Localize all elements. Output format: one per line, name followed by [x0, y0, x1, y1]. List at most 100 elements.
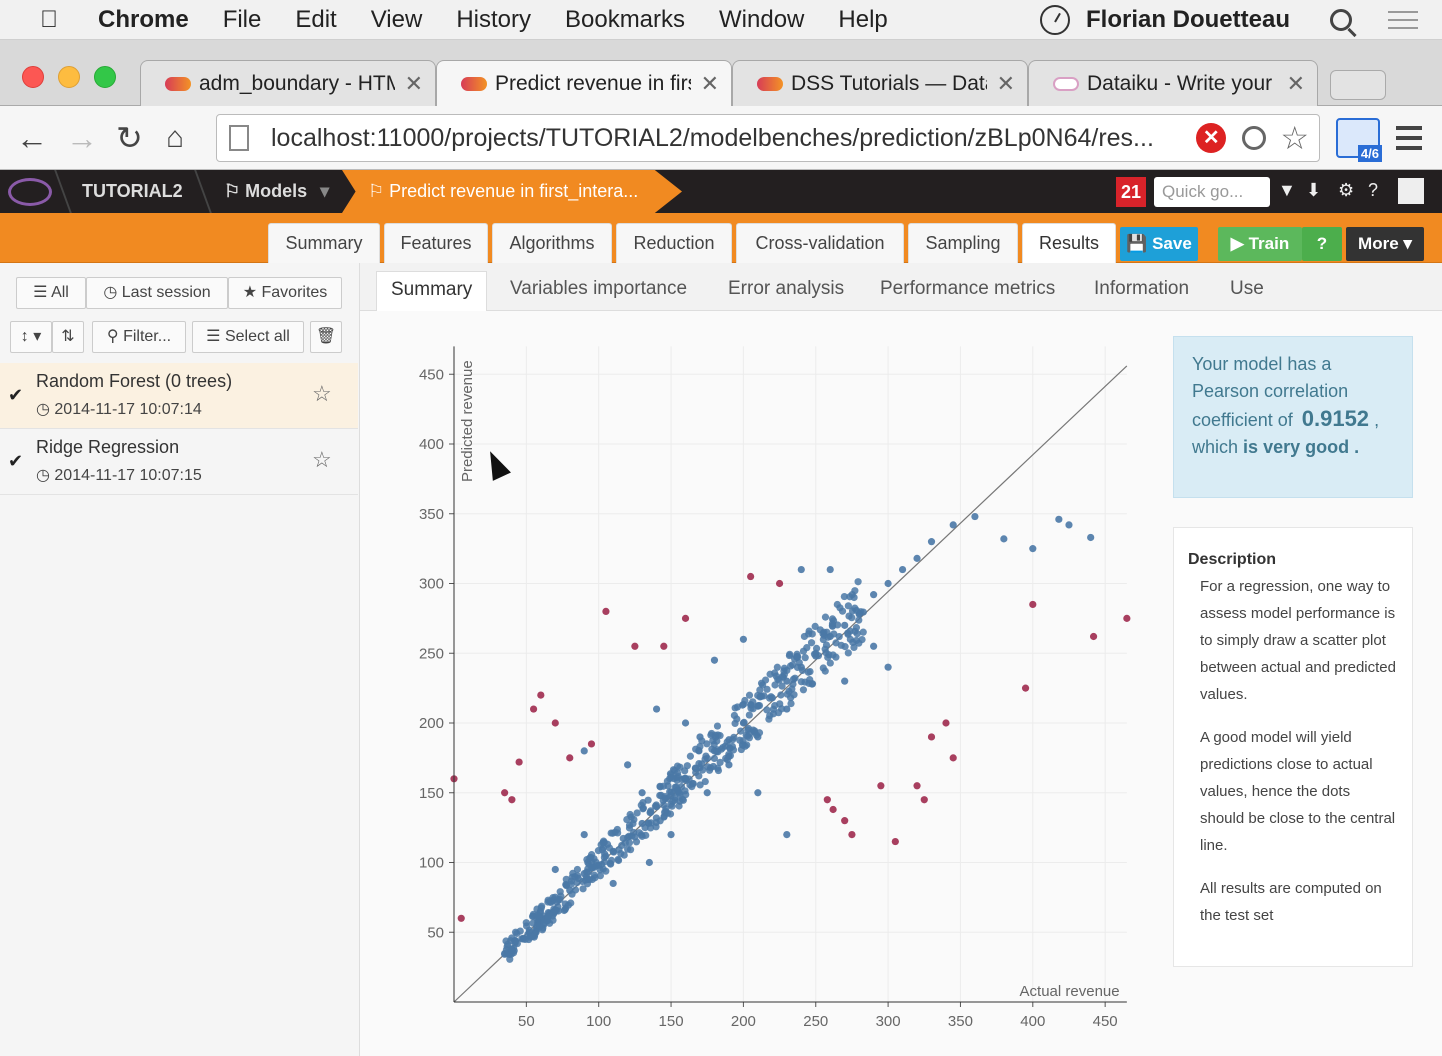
home-icon[interactable]: ⌂: [166, 120, 184, 156]
tab-close-icon[interactable]: ✕: [997, 71, 1015, 97]
menu-view[interactable]: View: [371, 6, 423, 34]
reload-icon[interactable]: ↻: [116, 120, 143, 156]
address-url[interactable]: localhost:11000/projects/TUTORIAL2/model…: [271, 124, 1186, 153]
help-icon[interactable]: ?: [1368, 180, 1378, 201]
forward-icon[interactable]: →: [66, 120, 98, 156]
check-icon[interactable]: ✔: [8, 385, 23, 406]
tab-algorithms[interactable]: Algorithms: [492, 223, 612, 263]
data-point: [508, 946, 516, 954]
tab-results[interactable]: Results: [1022, 223, 1116, 263]
address-bar[interactable]: localhost:11000/projects/TUTORIAL2/model…: [216, 114, 1320, 162]
data-point: [942, 719, 950, 727]
spotlight-search-icon[interactable]: [1330, 9, 1352, 31]
check-icon[interactable]: ✔: [8, 451, 23, 472]
tab-close-icon[interactable]: ✕: [405, 71, 423, 97]
data-point: [898, 565, 907, 574]
browser-tab[interactable]: DSS Tutorials — Data ✕: [732, 60, 1028, 106]
data-point: [845, 612, 853, 620]
model-list-item[interactable]: ✔ Ridge Regression ◷ 2014-11-17 10:07:15…: [0, 429, 358, 495]
window-close-button[interactable]: [22, 66, 44, 88]
blocked-icon[interactable]: ✕: [1196, 123, 1227, 153]
download-icon[interactable]: ⬇: [1306, 180, 1321, 201]
description-paragraph: A good model will yield predictions clos…: [1200, 729, 1396, 854]
model-list-item[interactable]: ✔ Random Forest (0 trees) ◷ 2014-11-17 1…: [0, 363, 358, 429]
result-tab-performance-metrics[interactable]: Performance metrics: [866, 271, 1069, 311]
chrome-menu-icon[interactable]: [1396, 126, 1422, 150]
data-point: [742, 731, 750, 739]
data-point: [778, 672, 787, 681]
bookmark-star-icon[interactable]: ☆: [1280, 119, 1309, 157]
result-tab-use[interactable]: Use: [1216, 271, 1278, 311]
save-button[interactable]: 💾 Save: [1120, 227, 1198, 261]
tab-close-icon[interactable]: ✕: [701, 71, 719, 97]
apple-icon[interactable]: : [36, 6, 62, 34]
train-button[interactable]: ▶ Train: [1218, 227, 1302, 261]
sort-dropdown[interactable]: ↕ ▾: [10, 321, 52, 353]
dataiku-logo-icon[interactable]: [8, 178, 52, 206]
app-menu-chrome[interactable]: Chrome: [98, 6, 189, 34]
more-button[interactable]: More ▾: [1346, 227, 1424, 261]
clock-icon[interactable]: [1039, 5, 1070, 35]
select-all-button[interactable]: ☰ Select all: [192, 321, 304, 353]
data-point: [823, 796, 831, 804]
sort-order-icon[interactable]: ⇅: [52, 321, 84, 353]
window-zoom-button[interactable]: [94, 66, 116, 88]
result-tab-summary[interactable]: Summary: [376, 271, 488, 311]
filter-input[interactable]: ⚲ Filter...: [92, 321, 186, 353]
data-point: [848, 831, 856, 839]
filter-favorites-button[interactable]: ★ Favorites: [228, 277, 342, 309]
filter-last-session-button[interactable]: ◷ Last session: [86, 277, 228, 309]
tab-sampling[interactable]: Sampling: [908, 223, 1018, 263]
data-point: [754, 691, 762, 700]
menu-history[interactable]: History: [456, 6, 531, 34]
favorite-star-icon[interactable]: ☆: [312, 447, 332, 473]
filter-icon[interactable]: ▼: [1278, 180, 1296, 201]
data-point: [788, 685, 796, 693]
window-minimize-button[interactable]: [58, 66, 80, 88]
train-help-button[interactable]: ?: [1302, 227, 1342, 261]
quick-go-input[interactable]: Quick go...: [1154, 177, 1270, 207]
menu-help[interactable]: Help: [838, 6, 887, 34]
data-point: [927, 538, 936, 546]
zoom-icon[interactable]: [1242, 126, 1267, 150]
result-tab-information[interactable]: Information: [1080, 271, 1203, 311]
data-point: [832, 639, 840, 647]
tab-reduction[interactable]: Reduction: [616, 223, 732, 263]
back-icon[interactable]: ←: [16, 120, 48, 156]
mac-user-name[interactable]: Florian Douetteau: [1086, 6, 1290, 34]
result-tab-error-analysis[interactable]: Error analysis: [714, 271, 858, 311]
avatar[interactable]: [1398, 178, 1424, 204]
menu-window[interactable]: Window: [719, 6, 804, 34]
tab-features[interactable]: Features: [384, 223, 488, 263]
browser-tab[interactable]: adm_boundary - HTM ✕: [140, 60, 436, 106]
data-point: [557, 892, 565, 900]
breadcrumb-project[interactable]: TUTORIAL2: [82, 170, 183, 213]
filter-all-button[interactable]: ☰ All: [16, 277, 86, 309]
select-all-label: Select all: [224, 328, 290, 345]
trash-icon[interactable]: 🗑: [310, 321, 342, 353]
extension-icon[interactable]: 4/6: [1336, 118, 1382, 162]
data-point: [877, 782, 885, 790]
data-point: [590, 855, 598, 863]
tab-summary[interactable]: Summary: [268, 223, 380, 263]
breadcrumb-models[interactable]: ⚐ Models ▾: [224, 170, 329, 213]
data-point: [841, 643, 849, 651]
tab-close-icon[interactable]: ✕: [1287, 71, 1305, 97]
result-tab-variables-importance[interactable]: Variables importance: [496, 271, 701, 311]
data-point: [757, 679, 766, 687]
favorite-star-icon[interactable]: ☆: [312, 381, 332, 407]
menu-bookmarks[interactable]: Bookmarks: [565, 6, 685, 34]
menu-file[interactable]: File: [223, 6, 262, 34]
notification-badge[interactable]: 21: [1116, 177, 1146, 207]
tab-cross-validation[interactable]: Cross-validation: [736, 223, 904, 263]
gear-icon[interactable]: ⚙: [1338, 180, 1354, 201]
chevron-down-icon[interactable]: ▾: [320, 181, 329, 201]
notification-list-icon[interactable]: [1388, 11, 1418, 29]
browser-tab-active[interactable]: Predict revenue in firs ✕: [436, 60, 732, 107]
new-tab-button[interactable]: [1330, 70, 1386, 100]
browser-tab[interactable]: Dataiku - Write your c ✕: [1028, 60, 1318, 106]
menu-edit[interactable]: Edit: [295, 6, 336, 34]
data-point: [568, 873, 576, 881]
breadcrumb-current[interactable]: ⚐ Predict revenue in first_intera...: [342, 170, 682, 213]
data-point: [710, 754, 719, 763]
